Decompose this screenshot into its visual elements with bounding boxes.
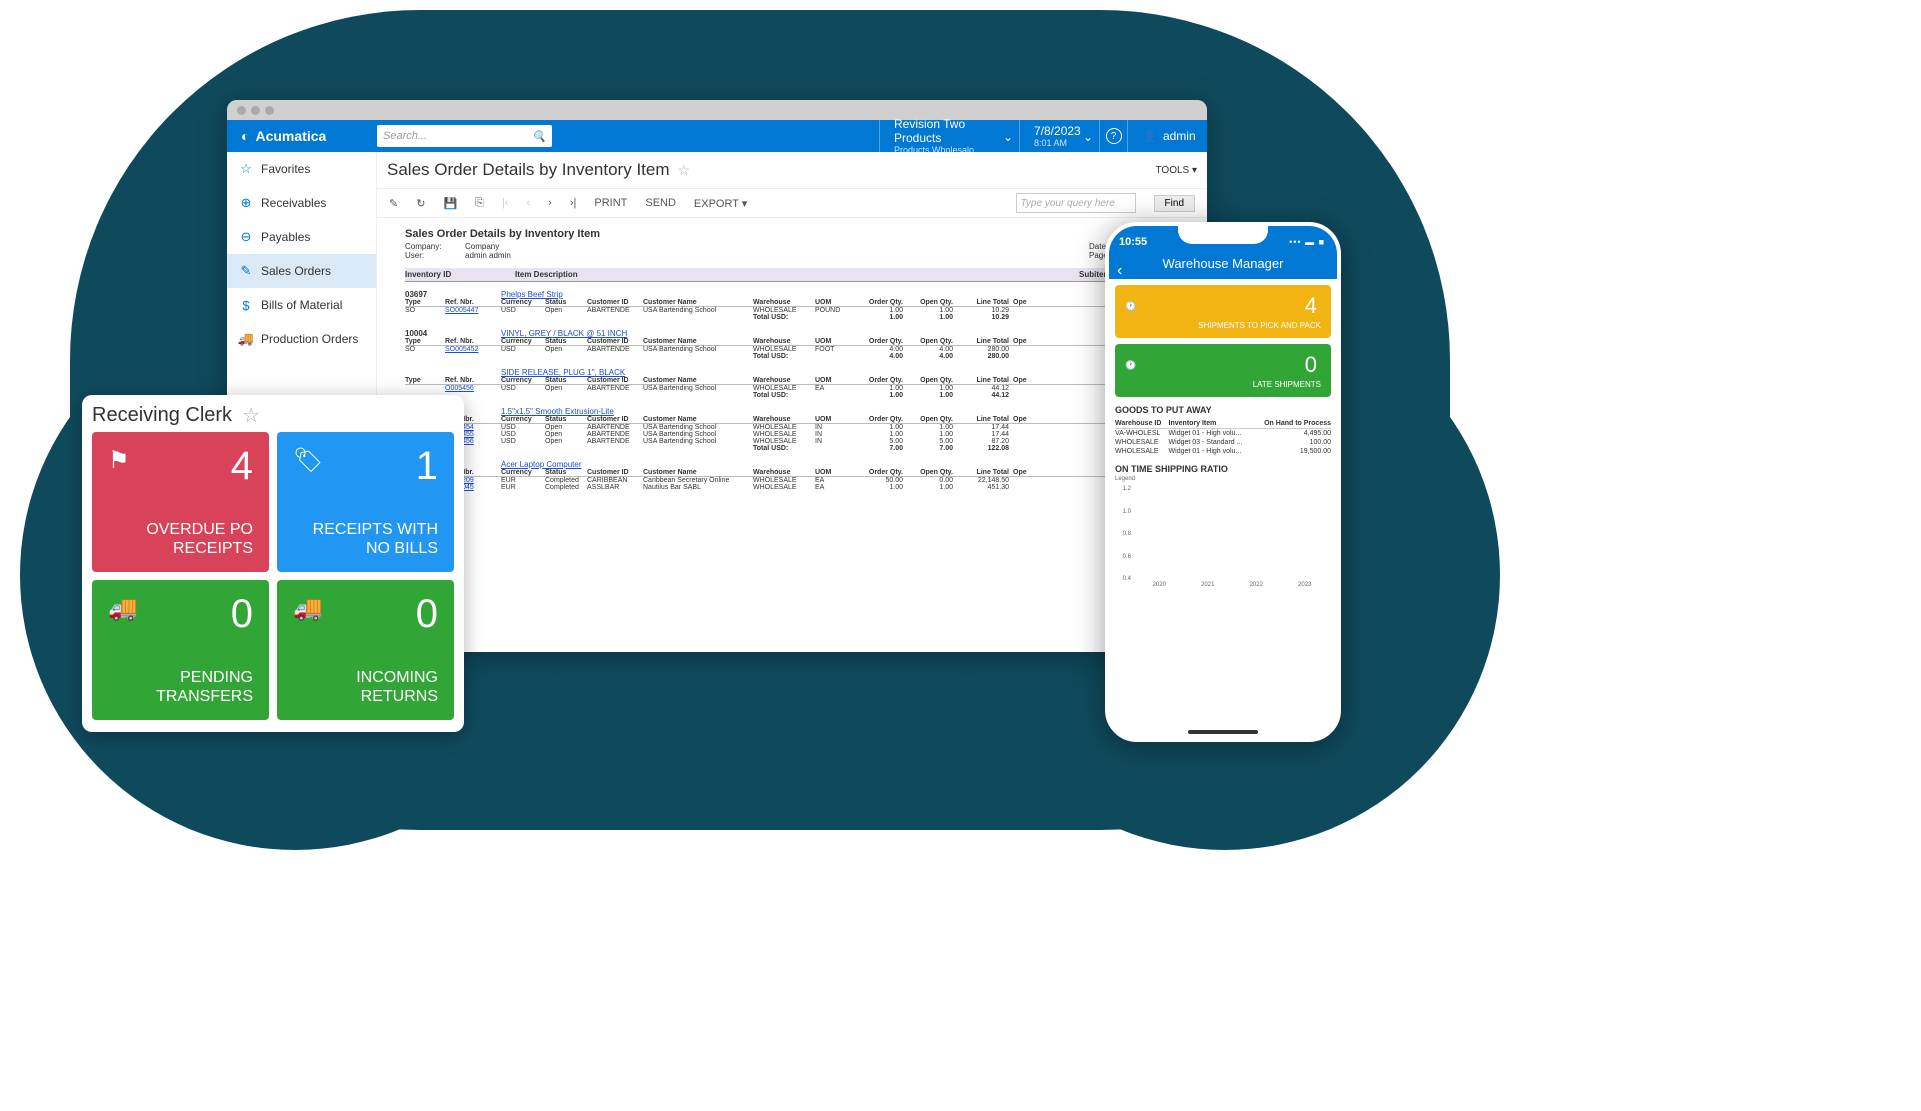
next-page-button[interactable]: ›	[548, 197, 552, 209]
ratio-section-title: ON TIME SHIPPING RATIO	[1115, 464, 1331, 474]
search-icon[interactable]: 🔍	[532, 130, 546, 143]
star-icon: ☆	[239, 162, 253, 176]
receiving-clerk-title: Receiving Clerk	[92, 404, 232, 427]
tile-icon: 🏷	[293, 446, 323, 475]
logo-icon: ◐	[241, 128, 249, 144]
back-button[interactable]: ‹	[1117, 262, 1122, 280]
tools-menu[interactable]: TOOLS ▾	[1155, 165, 1197, 176]
inventory-link[interactable]: SIDE RELEASE, PLUG 1", BLACK	[501, 368, 1179, 377]
goods-table: Warehouse ID Inventory Item On Hand to P…	[1115, 419, 1331, 456]
query-input[interactable]: Type your query here	[1016, 193, 1136, 213]
chart-legend: Legend	[1115, 476, 1135, 482]
export-button[interactable]: EXPORT ▾	[694, 197, 747, 210]
mobile-device: 10:55 ••• ▬ ■ ‹ Warehouse Manager 🕐4SHIP…	[1105, 222, 1341, 742]
y-axis: 1.21.00.80.60.4	[1115, 486, 1133, 576]
sidebar-item-payables[interactable]: ⊖Payables	[227, 220, 376, 254]
tile-icon: 🚚	[108, 594, 138, 623]
minimize-dot[interactable]	[251, 106, 260, 115]
user-name: admin	[1163, 129, 1196, 143]
last-page-button[interactable]: ›|	[570, 197, 577, 209]
phone-notch	[1178, 226, 1268, 244]
sidebar-item-receivables[interactable]: ⊕Receivables	[227, 186, 376, 220]
company-sub: Products Wholesalo	[894, 145, 1005, 155]
receiving-clerk-panel: Receiving Clerk ☆ ⚑4OVERDUE PO RECEIPTS🏷…	[82, 395, 464, 732]
kpi-tile[interactable]: 🚚0INCOMING RETURNS	[277, 580, 454, 720]
report-toolbar: ✎ ↻ 💾 ⎘ |‹ ‹ › ›| PRINT SEND EXPORT ▾ Ty…	[377, 188, 1207, 218]
brand-logo[interactable]: ◐ Acumatica	[227, 128, 377, 144]
plus-icon: ⊕	[239, 196, 253, 210]
inventory-link[interactable]: Phelps Beef Strip	[501, 290, 1179, 299]
edit-icon: ✎	[239, 264, 253, 278]
inventory-link[interactable]: 1.5"x1.5" Smooth Extrusion-Lite	[501, 407, 1179, 416]
app-topbar: ◐ Acumatica Search... 🔍 Revision Two Pro…	[227, 120, 1207, 152]
company-name: Revision Two Products	[894, 117, 1005, 145]
clock-icon: 🕐	[1125, 360, 1136, 371]
chevron-down-icon: ⌄	[1083, 130, 1093, 144]
minus-icon: ⊖	[239, 230, 253, 244]
tile-icon: 🚚	[293, 594, 323, 623]
content-area: Sales Order Details by Inventory Item ☆ …	[377, 152, 1207, 652]
invoice-icon: $	[239, 298, 253, 312]
table-row[interactable]: VA-WHOLESLWidget 01 - High volu...4,495.…	[1115, 429, 1331, 439]
schedule-button[interactable]: ⎘	[475, 197, 484, 210]
company-selector[interactable]: Revision Two Products Products Wholesalo…	[879, 120, 1019, 152]
sidebar-item-favorites[interactable]: ☆Favorites	[227, 152, 376, 186]
favorite-star-button[interactable]: ☆	[242, 403, 260, 428]
sidebar-item-sales-orders[interactable]: ✎Sales Orders	[227, 254, 376, 288]
time: 8:01 AM	[1034, 138, 1085, 148]
kpi-tile[interactable]: ⚑4OVERDUE PO RECEIPTS	[92, 432, 269, 572]
shipping-ratio-chart: Legend 1.21.00.80.60.4 2020202120222023	[1115, 478, 1331, 588]
report-body: Sales Order Details by Inventory Item Co…	[377, 218, 1207, 652]
goods-section-title: GOODS TO PUT AWAY	[1115, 405, 1331, 415]
window-titlebar	[227, 100, 1207, 120]
favorite-star-button[interactable]: ☆	[678, 162, 691, 179]
date-selector[interactable]: 7/8/2023 8:01 AM ⌄	[1019, 120, 1099, 152]
kpi-tile[interactable]: 🏷1RECEIPTS WITH NO BILLS	[277, 432, 454, 572]
phone-kpi-tile[interactable]: 🕐0LATE SHIPMENTS	[1115, 344, 1331, 397]
reference-link[interactable]: SO005452	[445, 346, 501, 353]
first-page-button[interactable]: |‹	[502, 197, 509, 209]
print-button[interactable]: PRINT	[594, 197, 627, 209]
reference-link[interactable]: SO005447	[445, 307, 501, 314]
clock-icon: 🕐	[1125, 301, 1136, 312]
reference-link[interactable]: O005456	[445, 385, 501, 392]
user-menu[interactable]: 👤 admin	[1127, 120, 1207, 152]
search-placeholder: Search...	[383, 130, 427, 142]
table-row[interactable]: WHOLESALEWidget 01 - High volu...19,500.…	[1115, 447, 1331, 456]
kpi-tile[interactable]: 🚚0PENDING TRANSFERS	[92, 580, 269, 720]
save-button[interactable]: 💾	[443, 197, 457, 210]
user-icon: 👤	[1142, 129, 1157, 143]
phone-status-icons: ••• ▬ ■	[1289, 237, 1325, 247]
prev-page-button[interactable]: ‹	[526, 197, 530, 209]
chevron-down-icon: ⌄	[1003, 130, 1013, 144]
date: 7/8/2023	[1034, 124, 1085, 138]
report-title: Sales Order Details by Inventory Item	[405, 228, 1179, 240]
brand-name: Acumatica	[255, 128, 326, 144]
inventory-link[interactable]: Acer Laptop Computer	[501, 460, 1179, 469]
help-icon: ?	[1106, 128, 1122, 144]
phone-kpi-tile[interactable]: 🕐4SHIPMENTS TO PICK AND PACK	[1115, 285, 1331, 338]
search-input[interactable]: Search... 🔍	[377, 125, 552, 147]
table-row[interactable]: WHOLESALEWidget 03 - Standard ...100.00	[1115, 438, 1331, 447]
refresh-button[interactable]: ↻	[416, 197, 425, 210]
phone-title: Warehouse Manager	[1119, 256, 1327, 271]
send-button[interactable]: SEND	[645, 197, 676, 209]
sidebar-item-bom[interactable]: $Bills of Material	[227, 288, 376, 322]
home-indicator[interactable]	[1188, 730, 1258, 734]
page-title: Sales Order Details by Inventory Item	[387, 160, 670, 180]
maximize-dot[interactable]	[265, 106, 274, 115]
inventory-link[interactable]: VINYL, GREY / BLACK @ 51 INCH	[501, 329, 1179, 338]
truck-icon: 🚚	[239, 332, 253, 346]
close-dot[interactable]	[237, 106, 246, 115]
help-button[interactable]: ?	[1099, 120, 1127, 152]
tile-icon: ⚑	[108, 446, 130, 475]
find-button[interactable]: Find	[1154, 195, 1195, 212]
edit-button[interactable]: ✎	[389, 197, 398, 210]
sidebar-item-production-orders[interactable]: 🚚Production Orders	[227, 322, 376, 356]
